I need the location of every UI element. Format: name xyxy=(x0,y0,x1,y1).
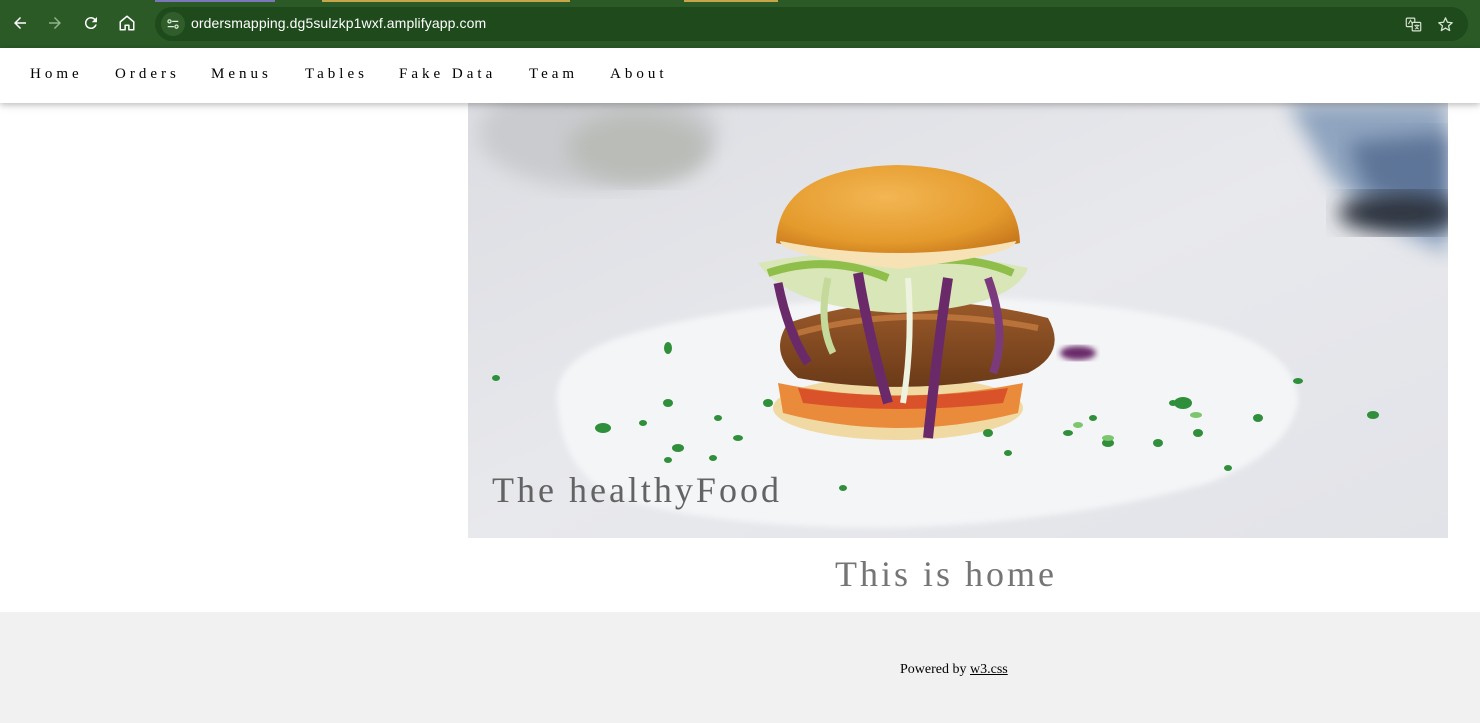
tab-strip xyxy=(0,0,1480,3)
back-icon[interactable] xyxy=(7,10,33,36)
tab-indicator[interactable] xyxy=(322,0,570,2)
footer: Powered by w3.css xyxy=(0,612,1480,723)
hero-caption: The healthyFood xyxy=(492,470,782,510)
nav-menus[interactable]: Menus xyxy=(211,66,272,83)
tab-indicator[interactable] xyxy=(155,0,275,2)
powered-by-text: Powered by xyxy=(900,662,967,677)
site-info-icon[interactable] xyxy=(161,12,185,36)
nav-team[interactable]: Team xyxy=(529,66,578,83)
w3css-link[interactable]: w3.css xyxy=(970,662,1008,677)
address-bar[interactable]: ordersmapping.dg5sulzkp1wxf.amplifyapp.c… xyxy=(155,7,1468,41)
page-heading: This is home xyxy=(835,554,1057,594)
nav-home[interactable]: Home xyxy=(30,66,83,83)
nav-tables[interactable]: Tables xyxy=(305,66,368,83)
translate-icon[interactable] xyxy=(1403,14,1423,34)
reload-icon[interactable] xyxy=(78,10,104,36)
nav-about[interactable]: About xyxy=(610,66,668,83)
url-text[interactable]: ordersmapping.dg5sulzkp1wxf.amplifyapp.c… xyxy=(191,15,486,31)
home-icon[interactable] xyxy=(114,10,140,36)
hero-image: The healthyFood xyxy=(468,103,1448,538)
browser-toolbar: ordersmapping.dg5sulzkp1wxf.amplifyapp.c… xyxy=(0,0,1480,48)
forward-icon[interactable] xyxy=(42,10,68,36)
nav-fake-data[interactable]: Fake Data xyxy=(399,66,496,83)
footer-powered-by: Powered by w3.css xyxy=(900,662,1008,678)
tab-indicator[interactable] xyxy=(684,0,778,2)
top-nav-bar: Home Orders Menus Tables Fake Data Team … xyxy=(0,48,1480,103)
bookmark-star-icon[interactable] xyxy=(1435,14,1455,34)
nav-orders[interactable]: Orders xyxy=(115,66,180,83)
